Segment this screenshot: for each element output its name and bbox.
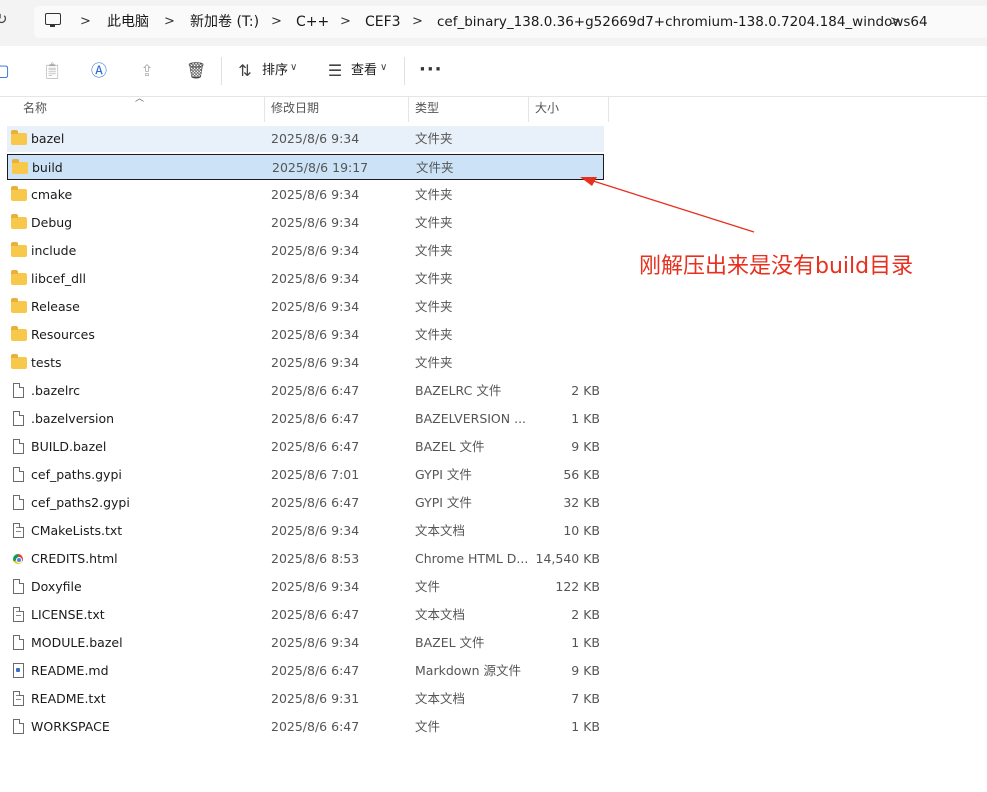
annotation-text: 刚解压出来是没有build目录 bbox=[639, 254, 914, 279]
annotation-arrow bbox=[580, 177, 755, 233]
